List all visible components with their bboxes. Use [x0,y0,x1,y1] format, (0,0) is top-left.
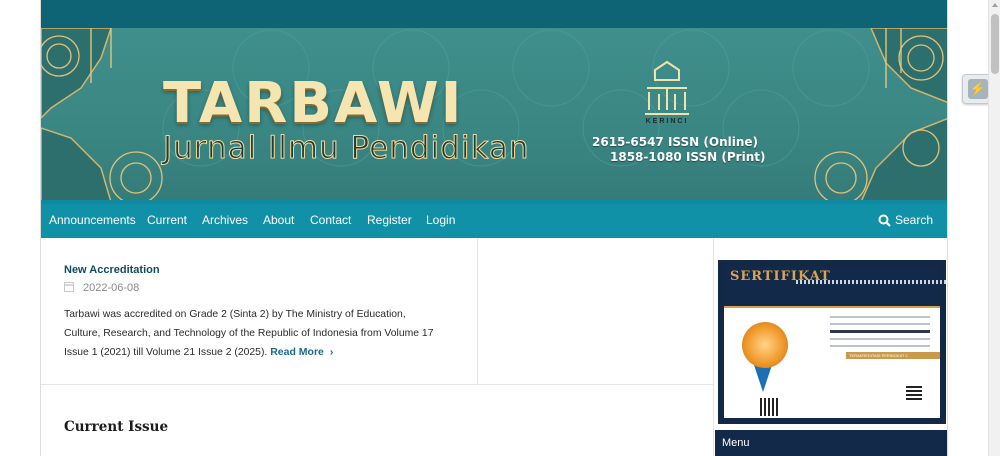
certificate-gold-line [724,306,940,308]
current-issue-heading: Current Issue [64,419,169,435]
issn-print: 1858-1080 ISSN (Print) [610,150,766,164]
issn-block: 2615-6547 ISSN (Online) 1858-1080 ISSN (… [592,135,765,165]
read-more-label: Read More [270,346,324,358]
chevron-right-icon: › [329,346,334,358]
page-container: TARBAWI Jurnal Ilmu Pendidikan KERINCI 2… [40,0,948,456]
certificate-title: SERTIFIKAT [730,269,831,284]
journal-subtitle: Jurnal Ilmu Pendidikan [163,130,530,167]
logo-caption: KERINCI [645,118,689,125]
header-banner[interactable]: TARBAWI Jurnal Ilmu Pendidikan KERINCI 2… [41,28,947,202]
nav-contact[interactable]: Contact [310,204,351,238]
sidebar: SERTIFIKAT TERAKREDITASI PERINGKAT 2 Men… [713,238,947,456]
certificate-rank-band: TERAKREDITASI PERINGKAT 2 [846,352,940,359]
nav-login[interactable]: Login [426,204,455,238]
announcement-title[interactable]: New Accreditation [64,264,160,276]
nav-announcements[interactable]: Announcements [49,204,136,238]
nav-register[interactable]: Register [367,204,412,238]
search-label: Search [894,213,933,227]
section-divider [41,384,713,385]
accreditation-certificate[interactable]: SERTIFIKAT TERAKREDITASI PERINGKAT 2 [718,260,946,424]
extension-icon: ⚡ [968,79,988,99]
scroll-thumb[interactable] [991,14,999,74]
nav-current[interactable]: Current [147,204,187,238]
sidebar-menu-header: Menu [715,430,947,456]
issn-online: 2615-6547 ISSN (Online) [592,135,759,149]
award-medal-icon [742,322,788,368]
announcement-date-text: 2022-06-08 [83,282,140,294]
institution-logo-icon [645,60,689,115]
main-content: New Accreditation 2022-06-08 Tarbawi was… [41,238,713,456]
certificate-text-lines [830,316,930,352]
qr-code-icon [906,384,922,400]
journal-title: TARBAWI [163,71,464,136]
calendar-icon [64,282,74,292]
announcement-empty-column [478,238,713,384]
announcement-card: New Accreditation 2022-06-08 Tarbawi was… [41,238,478,384]
certificate-rank-text: TERAKREDITASI PERINGKAT 2 [849,353,908,358]
announcement-text: Tarbawi was accredited on Grade 2 (Sinta… [64,309,434,358]
qr-code-icon [760,398,778,416]
nav-about[interactable]: About [263,204,294,238]
search-icon [878,214,891,227]
scroll-up-icon[interactable] [992,3,998,7]
announcement-body: Tarbawi was accredited on Grade 2 (Sinta… [64,305,444,362]
top-bar [41,0,947,28]
nav-archives[interactable]: Archives [202,204,248,238]
read-more-link[interactable]: Read More › [270,346,333,358]
search-link[interactable]: Search [878,204,933,238]
main-nav: Announcements Current Archives About Con… [41,204,947,238]
page-scrollbar[interactable] [988,0,1000,456]
announcement-date: 2022-06-08 [64,282,139,294]
